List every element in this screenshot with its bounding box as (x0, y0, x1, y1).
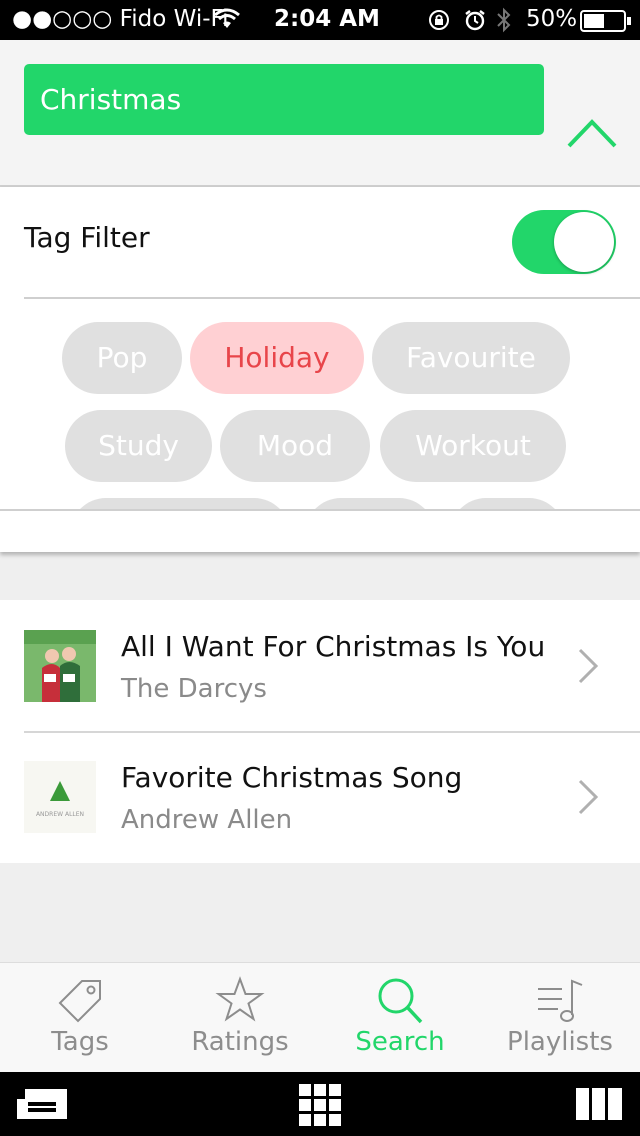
system-bottom-bar (0, 1072, 640, 1136)
tag-partial[interactable] (450, 498, 565, 509)
album-art: ANDREW ALLEN (24, 761, 96, 833)
tab-playlists[interactable]: Playlists (480, 963, 640, 1073)
tab-bar: Tags Ratings Search Playlists (0, 962, 640, 1073)
tab-label: Playlists (507, 1027, 613, 1057)
carrier-label: ●●○○○ Fido Wi-Fi (12, 6, 229, 32)
tab-tags[interactable]: Tags (0, 963, 160, 1073)
tag-filter-panel: Tag Filter Pop Holiday Favourite Study M… (0, 187, 640, 552)
tag-list: Pop Holiday Favourite Study Mood Workout (0, 299, 640, 509)
status-time: 2:04 AM (274, 6, 380, 32)
chevron-up-icon[interactable] (566, 114, 618, 154)
tag-mood[interactable]: Mood (220, 410, 370, 482)
tree-icon (50, 781, 70, 801)
song-title: Favorite Christmas Song (121, 761, 463, 794)
tab-search[interactable]: Search (320, 963, 480, 1073)
wifi-icon (214, 8, 240, 28)
search-input[interactable]: Christmas (24, 64, 544, 135)
tag-study[interactable]: Study (65, 410, 212, 482)
result-row[interactable]: All I Want For Christmas Is You The Darc… (0, 600, 640, 731)
grid-icon[interactable] (299, 1084, 341, 1126)
battery-percent: 50% (526, 6, 578, 32)
song-title: All I Want For Christmas Is You (121, 630, 546, 663)
orientation-lock-icon (429, 10, 449, 30)
song-artist: Andrew Allen (121, 805, 293, 835)
alarm-icon (465, 10, 485, 31)
result-row[interactable]: ANDREW ALLEN Favorite Christmas Song And… (0, 733, 640, 864)
search-panel: Christmas (0, 40, 640, 187)
tag-holiday[interactable]: Holiday (190, 322, 364, 394)
song-artist: The Darcys (121, 674, 267, 704)
tab-ratings[interactable]: Ratings (160, 963, 320, 1073)
results-list: All I Want For Christmas Is You The Darc… (0, 600, 640, 863)
album-art (24, 630, 96, 702)
tag-filter-toggle[interactable] (512, 210, 616, 274)
keyboard-icon[interactable] (16, 1088, 68, 1120)
tab-label: Ratings (191, 1027, 289, 1057)
star-icon (215, 976, 265, 1022)
tag-favourite[interactable]: Favourite (372, 322, 570, 394)
tag-filter-label: Tag Filter (24, 221, 150, 254)
battery-icon (580, 10, 631, 32)
tag-partial[interactable] (305, 498, 435, 509)
bluetooth-icon (497, 7, 511, 33)
columns-icon[interactable] (576, 1088, 622, 1120)
search-icon (378, 978, 423, 1024)
chevron-right-icon (578, 648, 599, 684)
status-bar: ●●○○○ Fido Wi-Fi 2:04 AM 50% (0, 0, 640, 40)
toggle-knob (554, 212, 614, 272)
tag-partial[interactable] (70, 498, 290, 509)
tag-icon (58, 980, 101, 1023)
tag-workout[interactable]: Workout (380, 410, 566, 482)
divider (0, 509, 640, 511)
tab-label: Search (355, 1027, 445, 1057)
tab-label: Tags (51, 1027, 109, 1057)
playlist-icon (538, 979, 583, 1022)
tag-pop[interactable]: Pop (62, 322, 182, 394)
album-art-text: ANDREW ALLEN (35, 811, 85, 818)
chevron-right-icon (578, 779, 599, 815)
